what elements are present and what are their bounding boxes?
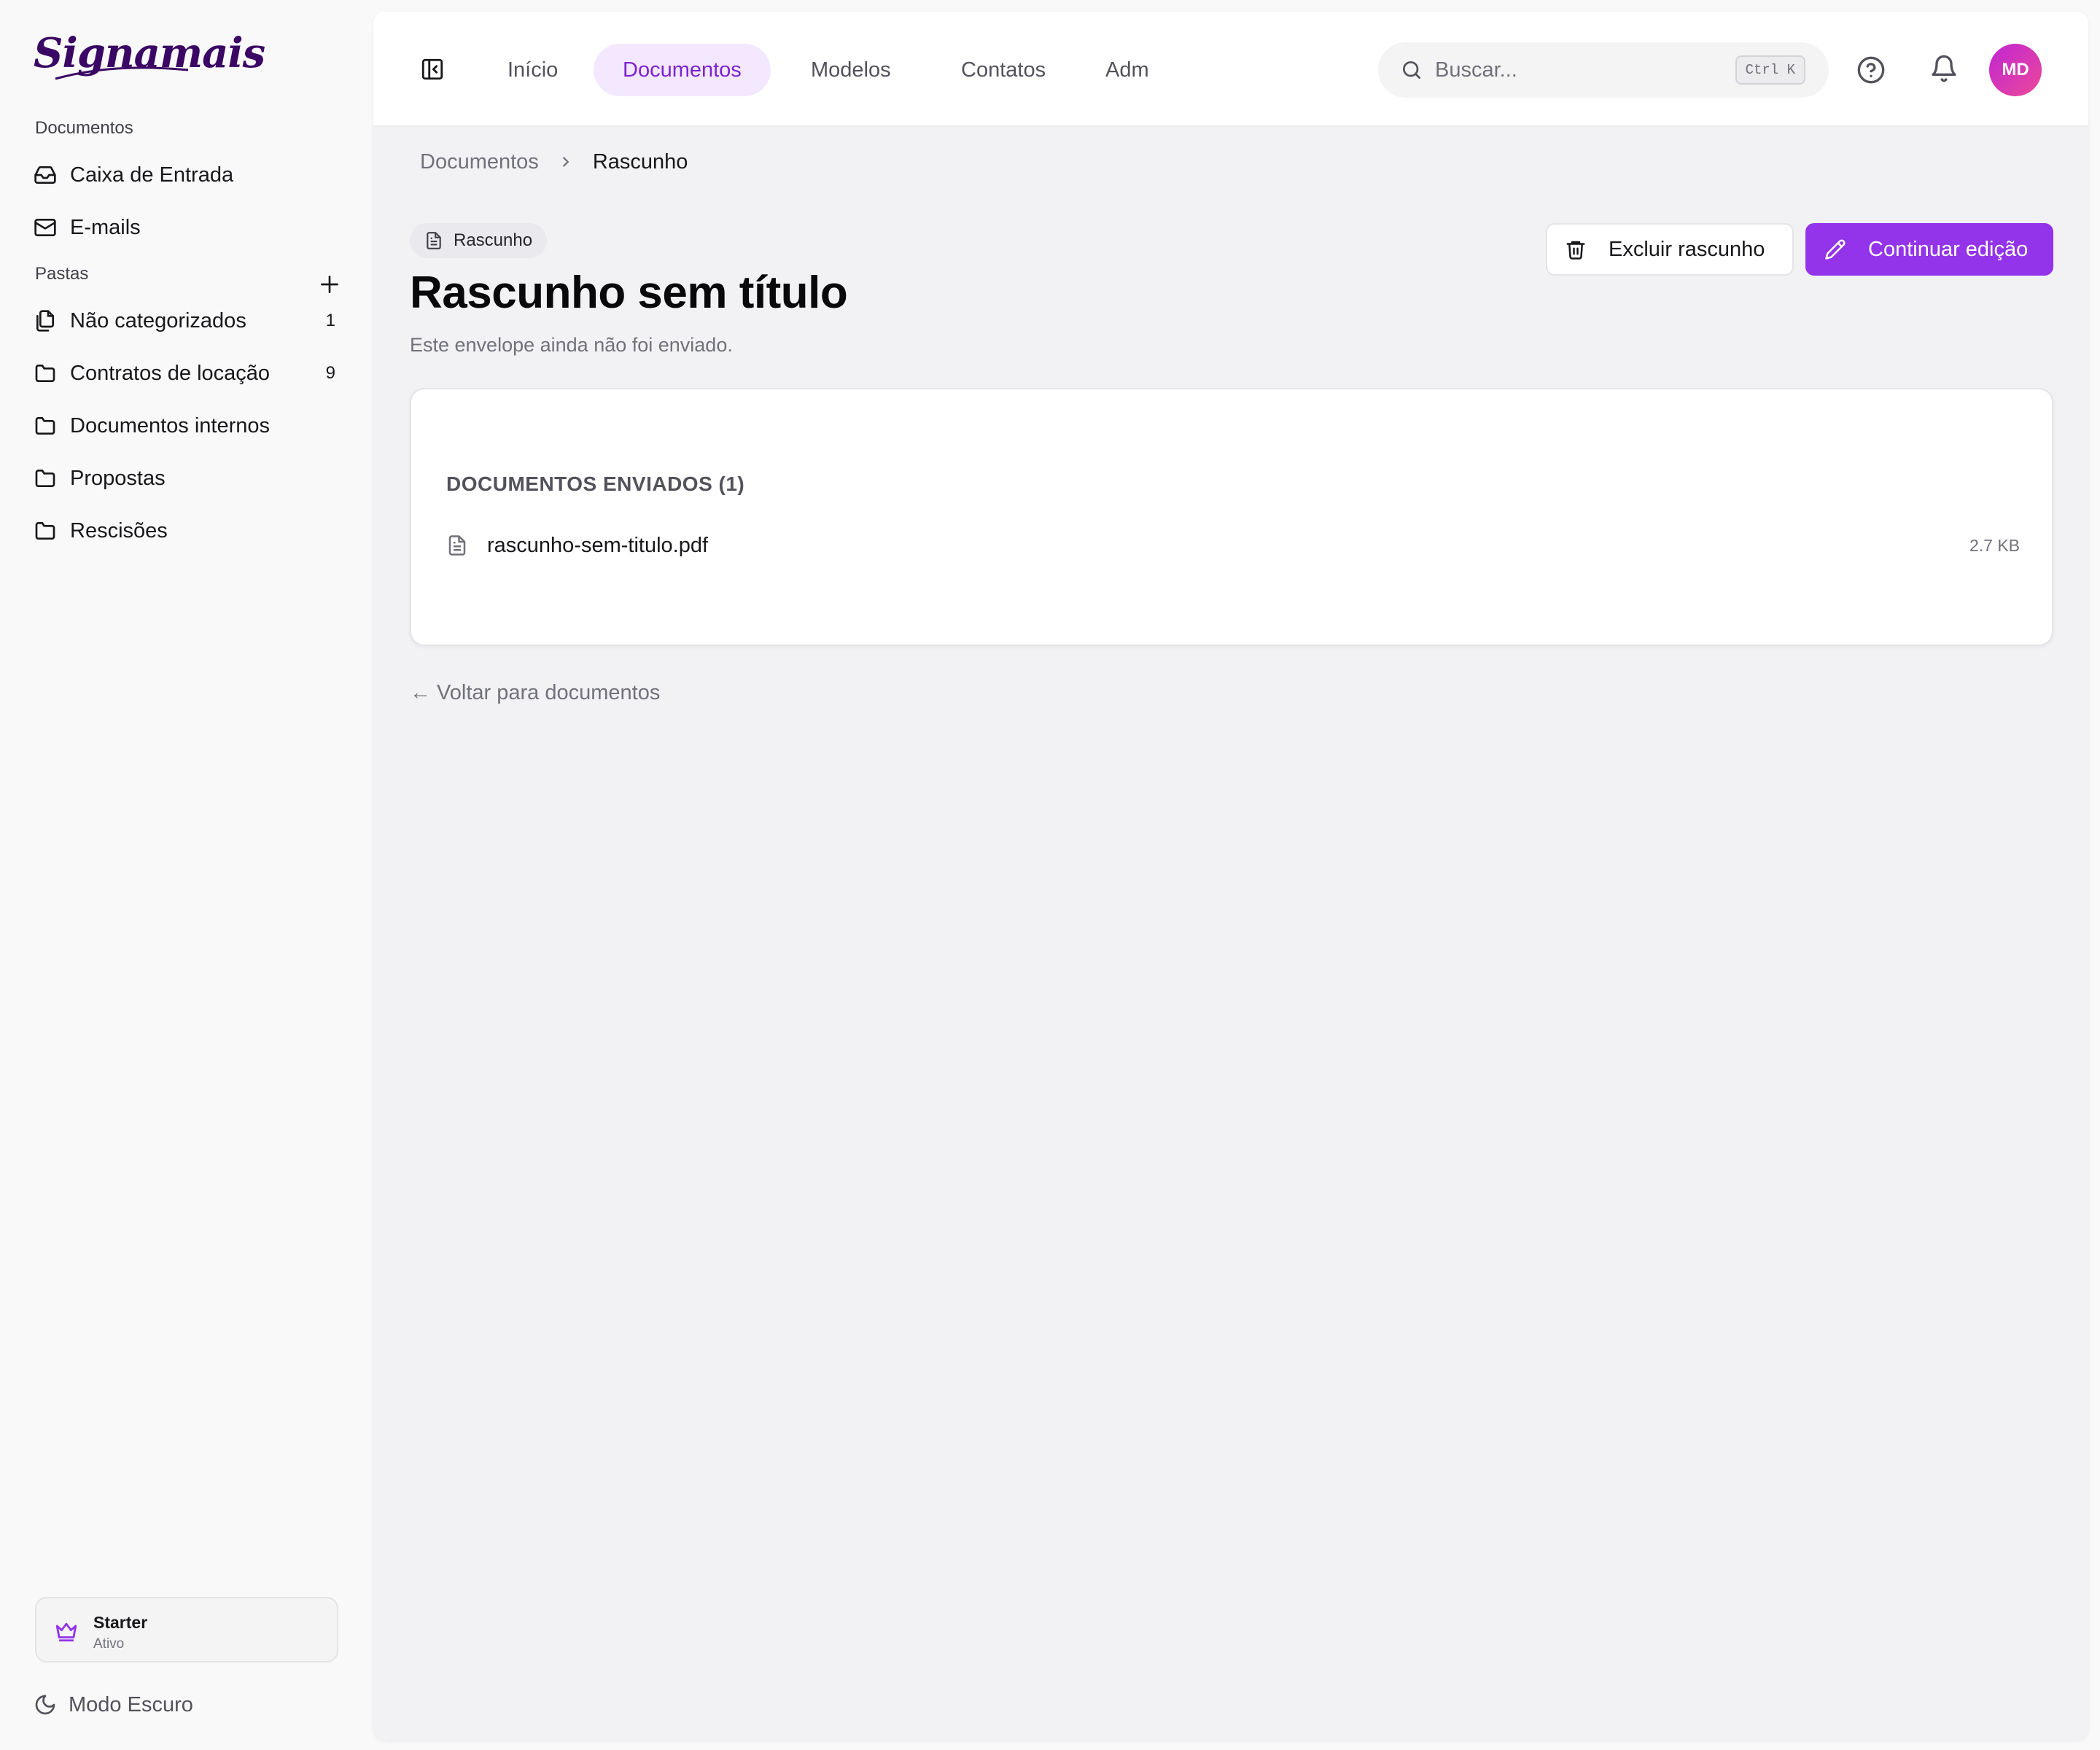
sidebar-item-label: Propostas <box>70 466 166 490</box>
status-badge: Rascunho <box>410 223 548 258</box>
delete-draft-label: Excluir rascunho <box>1609 237 1765 261</box>
sidebar-item-label: Documentos internos <box>70 413 271 438</box>
documents-heading: DOCUMENTOS ENVIADOS (1) <box>446 472 745 495</box>
folder-count: 1 <box>325 311 335 330</box>
sidebar-item-uncategorized[interactable]: Não categorizados 1 <box>34 300 340 341</box>
breadcrumb: Documentos Rascunho <box>420 141 688 182</box>
search-input[interactable] <box>1435 58 1712 82</box>
sidebar-item-inbox[interactable]: Caixa de Entrada <box>34 155 340 195</box>
page-subtitle: Este envelope ainda não foi enviado. <box>410 334 733 356</box>
dark-mode-toggle[interactable]: Modo Escuro <box>34 1684 193 1725</box>
tab-documentos[interactable]: Documentos <box>594 44 771 96</box>
top-navigation: Início Documentos Modelos Contatos Adm C… <box>373 12 2088 127</box>
sidebar-item-terminations[interactable]: Rescisões <box>34 510 340 551</box>
moon-icon <box>34 1693 57 1716</box>
sidebar-item-label: Não categorizados <box>70 308 246 332</box>
search-shortcut: Ctrl K <box>1735 55 1805 85</box>
sidebar-section-documents: Documentos <box>35 118 133 138</box>
back-to-documents-link[interactable]: ← Voltar para documentos <box>410 681 660 705</box>
sidebar-item-rental-contracts[interactable]: Contratos de locação 9 <box>34 353 340 394</box>
page-title: Rascunho sem título <box>410 268 848 318</box>
sidebar-item-emails[interactable]: E-mails <box>34 207 340 248</box>
breadcrumb-current: Rascunho <box>592 149 688 174</box>
sidebar: Signamais Documentos Caixa de Entrada E-… <box>0 0 372 1750</box>
sidebar-item-label: E-mails <box>70 215 141 239</box>
add-folder-icon[interactable] <box>318 273 341 296</box>
continue-edit-button[interactable]: Continuar edição <box>1805 223 2053 276</box>
crown-icon <box>55 1622 77 1642</box>
folder-icon <box>34 518 58 543</box>
inbox-icon <box>34 163 58 187</box>
folder-icon <box>34 361 58 386</box>
plan-status: Ativo <box>93 1636 125 1652</box>
search-bar[interactable]: Ctrl K <box>1378 42 1829 98</box>
breadcrumb-documents[interactable]: Documentos <box>420 150 539 174</box>
sidebar-item-proposals[interactable]: Propostas <box>34 458 340 499</box>
tab-inicio[interactable]: Início <box>478 44 587 96</box>
trash-icon <box>1565 238 1587 260</box>
sidebar-item-label: Contratos de locação <box>70 361 271 385</box>
folder-icon <box>34 466 58 491</box>
help-icon[interactable] <box>1856 55 1886 85</box>
search-icon <box>1403 61 1420 79</box>
tab-modelos[interactable]: Modelos <box>782 44 920 96</box>
sidebar-section-folders: Pastas <box>35 264 89 284</box>
sidebar-item-label: Caixa de Entrada <box>70 163 234 187</box>
tab-adm[interactable]: Adm <box>1076 44 1178 96</box>
delete-draft-button[interactable]: Excluir rascunho <box>1546 223 1794 276</box>
sidebar-item-internal-documents[interactable]: Documentos internos <box>34 405 340 446</box>
plan-card[interactable]: Starter Ativo <box>35 1597 338 1662</box>
mail-icon <box>34 215 58 240</box>
files-icon <box>34 308 58 333</box>
sidebar-item-label: Rescisões <box>70 518 168 542</box>
bell-icon[interactable] <box>1929 54 1959 83</box>
continue-edit-label: Continuar edição <box>1868 237 2029 261</box>
file-text-icon <box>424 231 443 250</box>
list-item[interactable]: rascunho-sem-titulo.pdf 2.7 KB <box>446 525 2020 566</box>
chevron-right-icon <box>562 157 569 167</box>
tab-contatos[interactable]: Contatos <box>932 44 1075 96</box>
folder-icon <box>34 413 58 438</box>
logo-swash-icon <box>55 66 189 80</box>
document-size: 2.7 KB <box>1969 535 2020 555</box>
status-label: Rascunho <box>454 230 533 250</box>
document-name: rascunho-sem-titulo.pdf <box>487 533 709 557</box>
main-panel: Início Documentos Modelos Contatos Adm C… <box>373 12 2088 1740</box>
folder-count: 9 <box>325 363 335 383</box>
documents-card: DOCUMENTOS ENVIADOS (1) rascunho-sem-tit… <box>410 388 2053 646</box>
file-text-icon <box>446 534 468 556</box>
dark-mode-label: Modo Escuro <box>69 1692 193 1716</box>
pencil-icon <box>1824 238 1846 260</box>
plan-name: Starter <box>93 1613 148 1632</box>
sidebar-collapse-icon[interactable] <box>420 57 445 82</box>
avatar[interactable]: MD <box>1989 44 2042 96</box>
